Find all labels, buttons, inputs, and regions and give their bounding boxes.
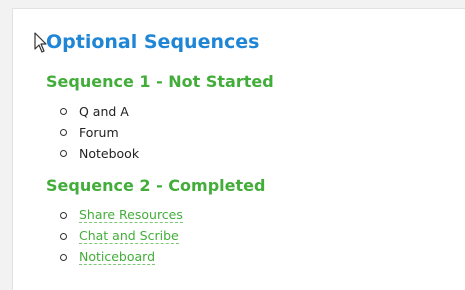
list-item: Q and A (60, 101, 139, 122)
activity-q-and-a: Q and A (79, 104, 129, 119)
activity-chat-and-scribe-link[interactable]: Chat and Scribe (79, 229, 179, 244)
circle-bullet-icon (60, 212, 67, 219)
activity-noticeboard-link[interactable]: Noticeboard (79, 250, 156, 265)
sequence-1-activity-list: Q and A Forum Notebook (60, 101, 139, 164)
page-title: Optional Sequences (46, 31, 260, 53)
circle-bullet-icon (60, 254, 67, 261)
mouse-pointer-icon (34, 32, 47, 53)
activity-forum: Forum (79, 125, 119, 140)
sequence-1-heading: Sequence 1 - Not Started (46, 72, 274, 91)
list-item: Chat and Scribe (60, 226, 183, 247)
list-item: Noticeboard (60, 247, 183, 268)
circle-bullet-icon (60, 129, 67, 136)
activity-share-resources-link[interactable]: Share Resources (79, 208, 183, 223)
circle-bullet-icon (60, 233, 67, 240)
circle-bullet-icon (60, 150, 67, 157)
sequence-2-activity-list: Share Resources Chat and Scribe Noticebo… (60, 205, 183, 268)
sequence-2-heading: Sequence 2 - Completed (46, 176, 266, 195)
circle-bullet-icon (60, 108, 67, 115)
list-item: Forum (60, 122, 139, 143)
list-item: Notebook (60, 143, 139, 164)
list-item: Share Resources (60, 205, 183, 226)
activity-notebook: Notebook (79, 146, 140, 161)
